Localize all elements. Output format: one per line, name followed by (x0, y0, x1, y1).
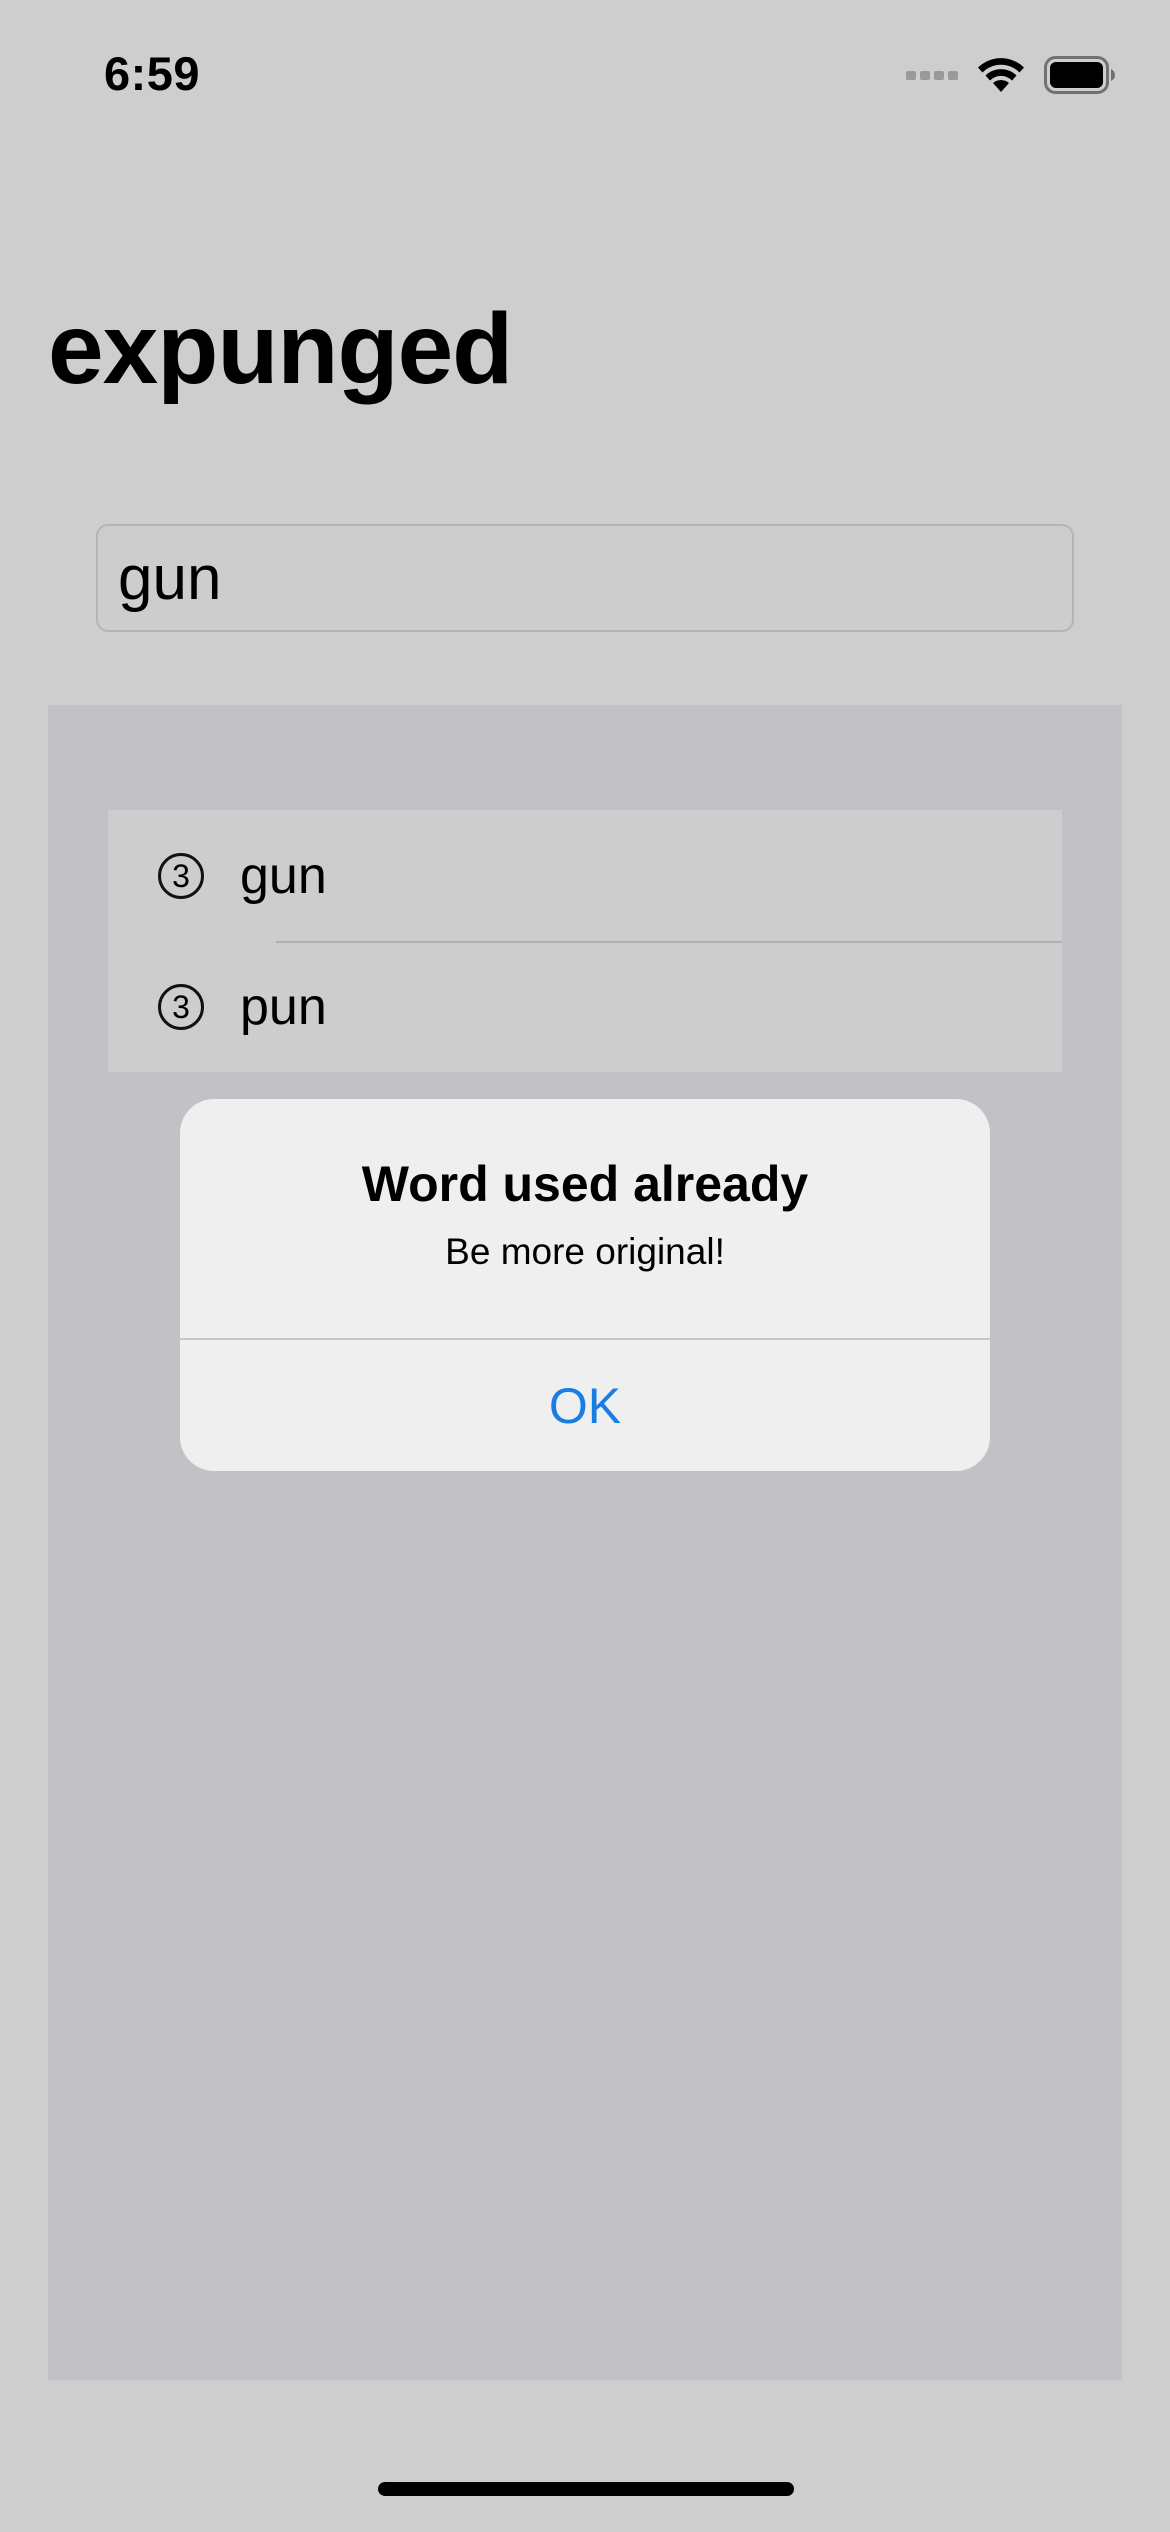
list-item-word: gun (240, 846, 327, 905)
battery-icon (1044, 56, 1116, 94)
letter-count-badge-icon: 3 (158, 852, 204, 899)
list-item-word: pun (240, 977, 327, 1036)
used-words-section: 3 gun 3 pun (108, 810, 1062, 1072)
alert-message: Be more original! (445, 1231, 725, 1272)
ok-button[interactable]: OK (180, 1340, 990, 1471)
word-used-alert: Word used already Be more original! OK (180, 1099, 990, 1471)
list-item[interactable]: 3 pun (108, 941, 1062, 1072)
status-indicators (906, 52, 1116, 98)
list-item[interactable]: 3 gun (108, 810, 1062, 941)
word-input[interactable] (96, 524, 1074, 632)
cellular-signal-icon (906, 70, 958, 80)
status-time: 6:59 (104, 47, 201, 100)
home-indicator[interactable] (378, 2482, 794, 2496)
letter-count-badge-icon: 3 (158, 983, 204, 1030)
wifi-icon (976, 56, 1026, 94)
page-title: expunged (48, 293, 513, 405)
used-words-list: 3 gun 3 pun (48, 705, 1122, 2380)
alert-title: Word used already (361, 1156, 809, 1212)
